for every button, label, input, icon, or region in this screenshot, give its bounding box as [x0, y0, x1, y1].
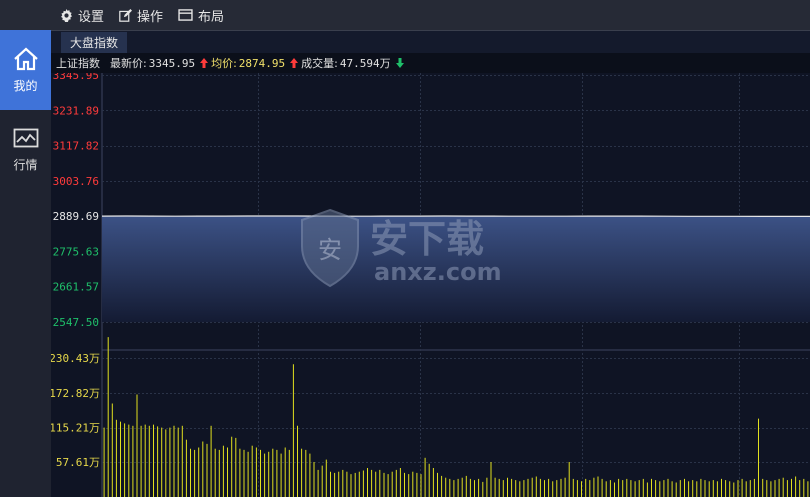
- sidebar-item-mine-label: 我的: [13, 78, 38, 93]
- arrow-up-icon: [200, 58, 209, 68]
- trend-chart-icon: [13, 128, 38, 147]
- price-tick-label: 2889.69: [53, 210, 99, 223]
- watermark-logo: 安 安下载 anxz.com: [301, 208, 502, 288]
- volume-tick-label: 230.43万: [51, 352, 100, 365]
- operate-menu[interactable]: 操作: [119, 6, 164, 25]
- sidebar: 我的 行情: [0, 30, 51, 497]
- watermark-en-text: anxz.com: [374, 258, 502, 286]
- layout-label: 布局: [198, 9, 225, 25]
- latest-price-label: 最新价:: [110, 57, 147, 70]
- price-tick-label: 2661.57: [53, 281, 99, 294]
- avg-price-value: 2874.95: [238, 56, 286, 70]
- price-tick-label: 3345.95: [53, 73, 99, 82]
- gear-icon: [61, 8, 73, 22]
- latest-price-value: 3345.95: [148, 56, 196, 70]
- arrow-up-icon: [290, 58, 299, 68]
- sidebar-item-market[interactable]: 行情: [0, 110, 51, 190]
- volume-value: 47.594万: [339, 57, 391, 70]
- price-tick-label: 2775.63: [53, 245, 99, 258]
- watermark-cn-text: 安下载: [370, 217, 484, 261]
- settings-menu[interactable]: 设置: [60, 6, 105, 25]
- price-tick-label: 3231.89: [53, 104, 99, 117]
- price-tick-label: 3003.76: [53, 175, 99, 188]
- volume-label: 成交量:: [301, 57, 338, 70]
- arrow-down-icon: [395, 58, 404, 68]
- layout-icon: [178, 9, 193, 21]
- price-tick-label: 2547.50: [53, 316, 99, 329]
- index-name: 上证指数: [56, 57, 100, 70]
- sidebar-item-mine[interactable]: 我的: [0, 30, 51, 110]
- tab-market-index[interactable]: 大盘指数: [61, 32, 127, 53]
- layout-menu[interactable]: 布局: [178, 6, 225, 25]
- operate-label: 操作: [137, 9, 164, 25]
- edit-icon: [119, 8, 132, 22]
- home-icon: [13, 47, 38, 70]
- tab-row: 大盘指数: [51, 31, 810, 54]
- top-toolbar: 设置 操作 布局: [0, 0, 810, 31]
- settings-label: 设置: [78, 9, 105, 25]
- price-tick-label: 3117.82: [53, 140, 99, 153]
- quote-info-bar: 上证指数 最新价: 3345.95 均价: 2874.95 成交量: 47.59…: [51, 53, 810, 73]
- volume-tick-label: 57.61万: [56, 456, 100, 469]
- sidebar-item-market-label: 行情: [13, 157, 38, 172]
- volume-tick-label: 172.82万: [51, 387, 100, 400]
- volume-tick-label: 115.21万: [51, 422, 100, 435]
- avg-price-label: 均价:: [211, 57, 237, 70]
- watermark-badge-char: 安: [318, 236, 342, 264]
